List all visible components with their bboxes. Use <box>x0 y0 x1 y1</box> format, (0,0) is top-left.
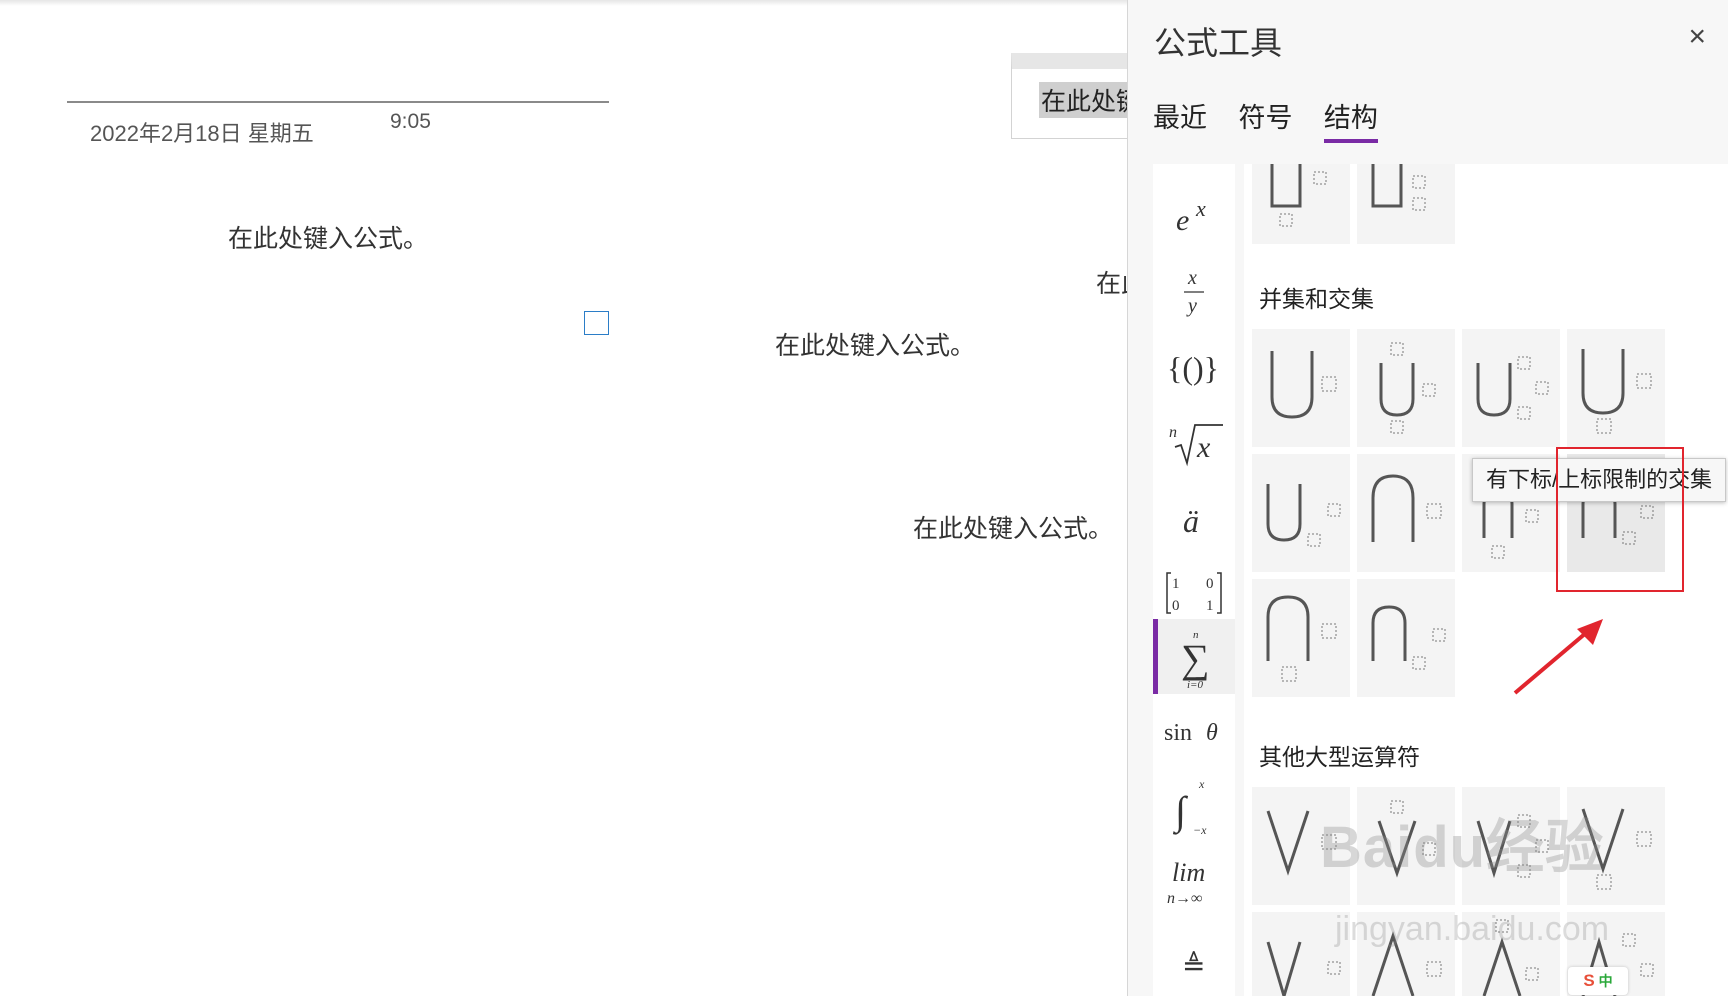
exponent-icon[interactable]: e x <box>1153 182 1235 252</box>
matrix-icon[interactable]: 1 0 0 1 <box>1153 558 1235 628</box>
svg-text:x: x <box>1187 267 1197 289</box>
close-icon[interactable]: × <box>1688 20 1706 54</box>
svg-text:x: x <box>1196 431 1211 464</box>
selected-equation-text[interactable]: 在此处键 <box>1039 82 1128 118</box>
svg-text:ä: ä <box>1183 503 1199 539</box>
union-tile-1[interactable] <box>1252 329 1350 447</box>
intersection-tile-5[interactable] <box>1357 579 1455 697</box>
annotation-highlight-box <box>1556 447 1684 592</box>
tab-structures[interactable]: 结构 <box>1323 96 1378 143</box>
svg-text:e: e <box>1176 204 1189 237</box>
operator-icon[interactable]: ≜ <box>1153 929 1235 996</box>
equation-placeholder-2[interactable]: 在此 <box>1096 264 1128 300</box>
intersection-glyph-1 <box>1371 474 1442 542</box>
exponent-glyph: e x <box>1176 196 1206 237</box>
intersection-glyph-5 <box>1371 605 1446 670</box>
operator-glyph: ≜ <box>1182 951 1205 982</box>
function-icon[interactable]: sin θ <box>1153 697 1235 767</box>
brackets-icon[interactable]: {()} <box>1153 333 1235 403</box>
svg-text:sin: sin <box>1164 720 1192 746</box>
union-tile-3[interactable] <box>1462 329 1560 447</box>
section-union-intersection: 并集和交集 <box>1259 286 1374 312</box>
svg-text:x: x <box>1198 777 1205 791</box>
union-glyph-2 <box>1379 342 1436 434</box>
ime-mode-label: 中 <box>1598 973 1613 989</box>
intersection-glyph-4 <box>1266 595 1337 682</box>
integral-icon[interactable]: x ∫ −x <box>1153 772 1235 842</box>
coproduct-tile-2[interactable] <box>1357 164 1455 244</box>
union-glyph-1 <box>1270 351 1337 419</box>
svg-text:−x: −x <box>1193 823 1207 837</box>
union-tile-4[interactable] <box>1567 329 1665 447</box>
union-tile-5[interactable] <box>1252 454 1350 572</box>
svg-text:∑: ∑ <box>1181 636 1210 681</box>
svg-text:x: x <box>1195 196 1206 221</box>
svg-text:≜: ≜ <box>1182 951 1205 982</box>
pane-title: 公式工具 <box>1154 25 1283 61</box>
function-glyph: sin θ <box>1164 720 1218 746</box>
equation-placeholder-1[interactable]: 在此处键入公式。 <box>228 219 428 255</box>
svg-text:θ: θ <box>1206 720 1218 746</box>
svg-text:1: 1 <box>1172 576 1180 592</box>
svg-text:n: n <box>1169 424 1177 441</box>
svg-text:i=0: i=0 <box>1187 679 1203 691</box>
page-date: 2022年2月18日 星期五 <box>90 121 314 146</box>
matrix-glyph: 1 0 0 1 <box>1166 572 1222 614</box>
union-glyph-5 <box>1266 484 1341 547</box>
radical-icon[interactable]: n x <box>1153 408 1235 478</box>
svg-text:lim: lim <box>1172 858 1205 887</box>
coproduct-glyph-2 <box>1371 164 1426 211</box>
fraction-icon[interactable]: x y <box>1153 257 1235 327</box>
summation-glyph: n ∑ i=0 <box>1181 629 1210 691</box>
intersection-tile-4[interactable] <box>1252 579 1350 697</box>
page-title-underline <box>67 101 609 103</box>
fraction-glyph: x y <box>1184 267 1204 317</box>
intersection-tile-1[interactable] <box>1357 454 1455 572</box>
page-time: 9:05 <box>390 110 431 133</box>
section-other-large-operators: 其他大型运算符 <box>1259 744 1420 770</box>
limit-icon[interactable]: lim n→∞ <box>1153 850 1235 920</box>
svg-text:y: y <box>1186 295 1197 317</box>
union-tile-2[interactable] <box>1357 329 1455 447</box>
radical-glyph: n x <box>1169 424 1223 467</box>
structure-category-rail: e x x y {()} n x ä 1 0 0 1 n ∑ i=0 sin θ… <box>1153 164 1235 996</box>
equation-placeholder-4[interactable]: 在此处键入公式。 <box>913 509 1113 545</box>
equation-placeholder-3[interactable]: 在此处键入公式。 <box>775 326 975 362</box>
top-shade <box>0 0 1128 6</box>
svg-text:{()}: {()} <box>1167 350 1219 386</box>
coproduct-tile-1[interactable] <box>1252 164 1350 244</box>
accent-icon[interactable]: ä <box>1153 484 1235 554</box>
sogou-logo-icon: S <box>1583 971 1595 990</box>
note-page[interactable]: 2022年2月18日 星期五 9:05 在此处键入公式。 在此 在此处键入公式。… <box>0 0 1128 996</box>
union-glyph-3 <box>1476 356 1549 420</box>
insertion-box[interactable] <box>584 311 609 335</box>
union-glyph-4 <box>1581 349 1652 434</box>
tab-recent[interactable]: 最近 <box>1153 96 1207 139</box>
pane-tabs: 最近 符号 结构 <box>1153 96 1405 143</box>
svg-text:0: 0 <box>1172 598 1180 614</box>
limit-glyph: lim n→∞ <box>1167 858 1205 907</box>
accent-glyph: ä <box>1183 503 1199 539</box>
svg-text:1: 1 <box>1206 598 1214 614</box>
svg-text:∫: ∫ <box>1172 788 1189 835</box>
brackets-glyph: {()} <box>1167 350 1219 386</box>
svg-text:n→∞: n→∞ <box>1167 890 1202 907</box>
integral-glyph: x ∫ −x <box>1172 777 1207 837</box>
baidu-watermark: Baidu经验 <box>1320 815 1605 880</box>
tab-symbols[interactable]: 符号 <box>1238 96 1292 139</box>
coproduct-glyph-1 <box>1270 164 1327 227</box>
ime-indicator[interactable]: S 中 <box>1568 967 1628 995</box>
annotation-arrow-icon <box>1513 619 1603 695</box>
svg-text:0: 0 <box>1206 576 1214 592</box>
baidu-watermark-url: jingyan.baidu.com <box>1335 910 1610 948</box>
large-operator-icon[interactable]: n ∑ i=0 <box>1153 619 1235 694</box>
